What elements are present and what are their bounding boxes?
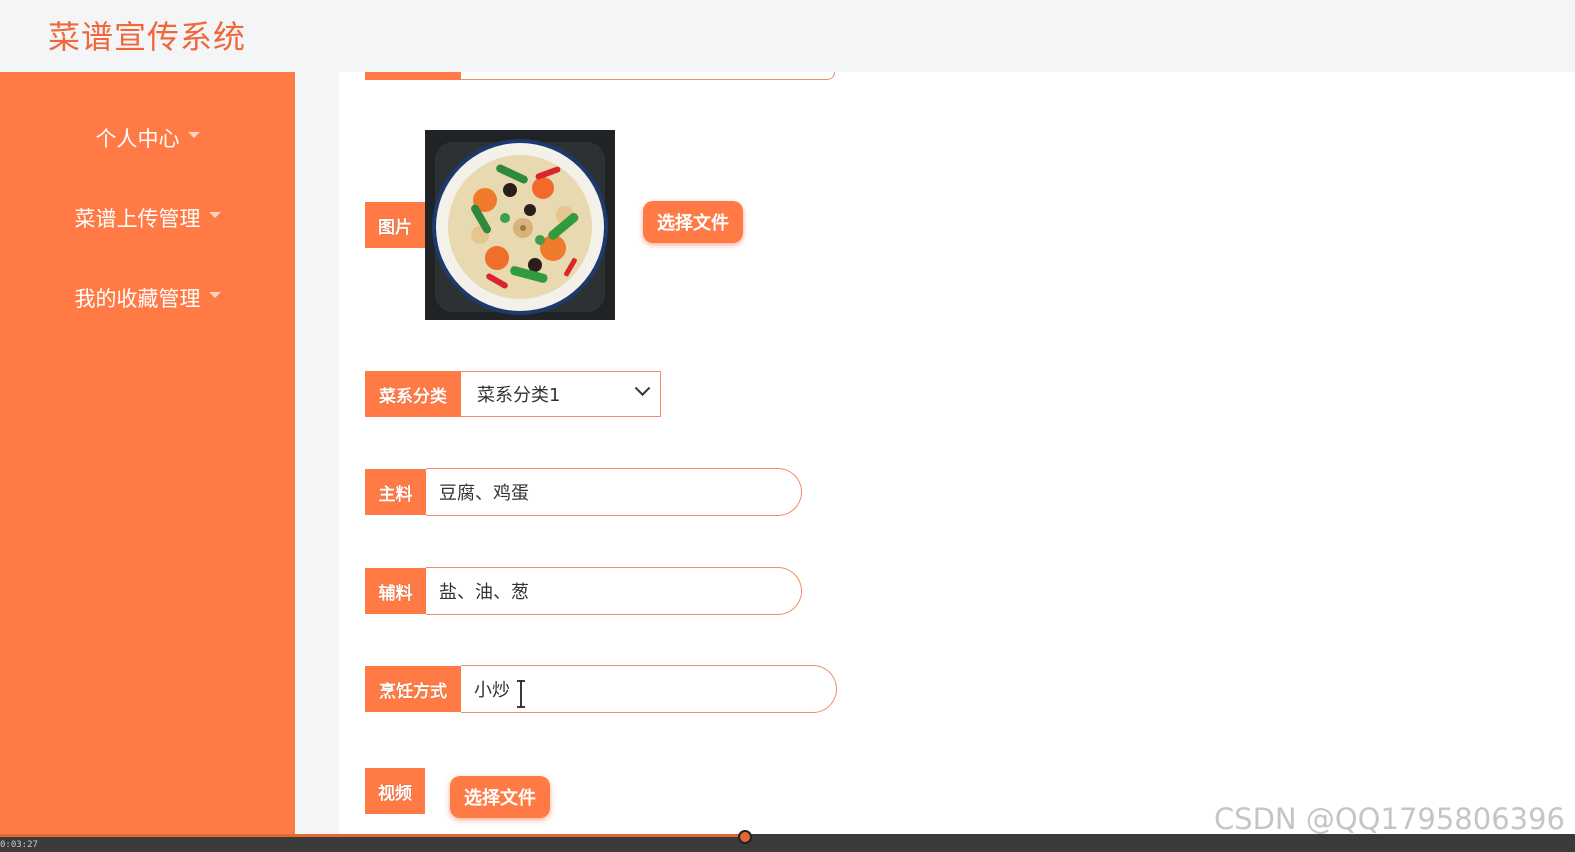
text-cursor-icon <box>517 680 525 708</box>
food-image-preview <box>425 130 615 320</box>
category-select[interactable]: 菜系分类1 <box>461 371 661 417</box>
image-label: 图片 <box>365 202 425 248</box>
sidebar-item-label: 个人中心 <box>95 127 180 151</box>
caret-down-icon <box>187 132 200 138</box>
top-bar: 菜谱宣传系统 <box>0 0 1575 72</box>
sidebar-item-label: 菜谱上传管理 <box>74 207 201 231</box>
cut-off-field-input[interactable] <box>461 72 835 80</box>
side-ingredient-label: 辅料 <box>365 568 426 614</box>
video-player-bar: 0:03:27 <box>0 830 1575 852</box>
scrubber-handle[interactable] <box>738 830 752 844</box>
caret-down-icon <box>208 212 221 218</box>
chevron-down-icon <box>634 380 651 397</box>
app-title: 菜谱宣传系统 <box>48 18 247 56</box>
side-ingredient-input[interactable] <box>426 567 802 615</box>
timecode: 0:03:27 <box>0 840 38 850</box>
playback-progress[interactable] <box>0 834 741 837</box>
sidebar-item-favorites[interactable]: 我的收藏管理 <box>0 278 295 318</box>
cooking-method-label: 烹饪方式 <box>365 666 461 712</box>
sidebar-item-label: 我的收藏管理 <box>74 287 201 311</box>
category-selected-value: 菜系分类1 <box>477 385 561 406</box>
watermark: CSDN @QQ1795806396 <box>1213 802 1565 836</box>
caret-down-icon <box>208 292 221 298</box>
main-ingredient-label: 主料 <box>365 469 426 515</box>
main-ingredient-input[interactable] <box>426 468 802 516</box>
food-dish-image <box>425 130 615 320</box>
cut-off-field-label <box>365 72 461 80</box>
choose-video-file-button[interactable]: 选择文件 <box>450 776 550 818</box>
sidebar: 个人中心 菜谱上传管理 我的收藏管理 <box>0 72 295 834</box>
category-label: 菜系分类 <box>365 371 461 417</box>
sidebar-item-recipe-upload[interactable]: 菜谱上传管理 <box>0 198 295 238</box>
sidebar-item-personal-center[interactable]: 个人中心 <box>0 118 295 158</box>
content-gutter <box>295 72 339 834</box>
choose-image-file-button[interactable]: 选择文件 <box>643 201 743 243</box>
video-label: 视频 <box>365 768 425 814</box>
